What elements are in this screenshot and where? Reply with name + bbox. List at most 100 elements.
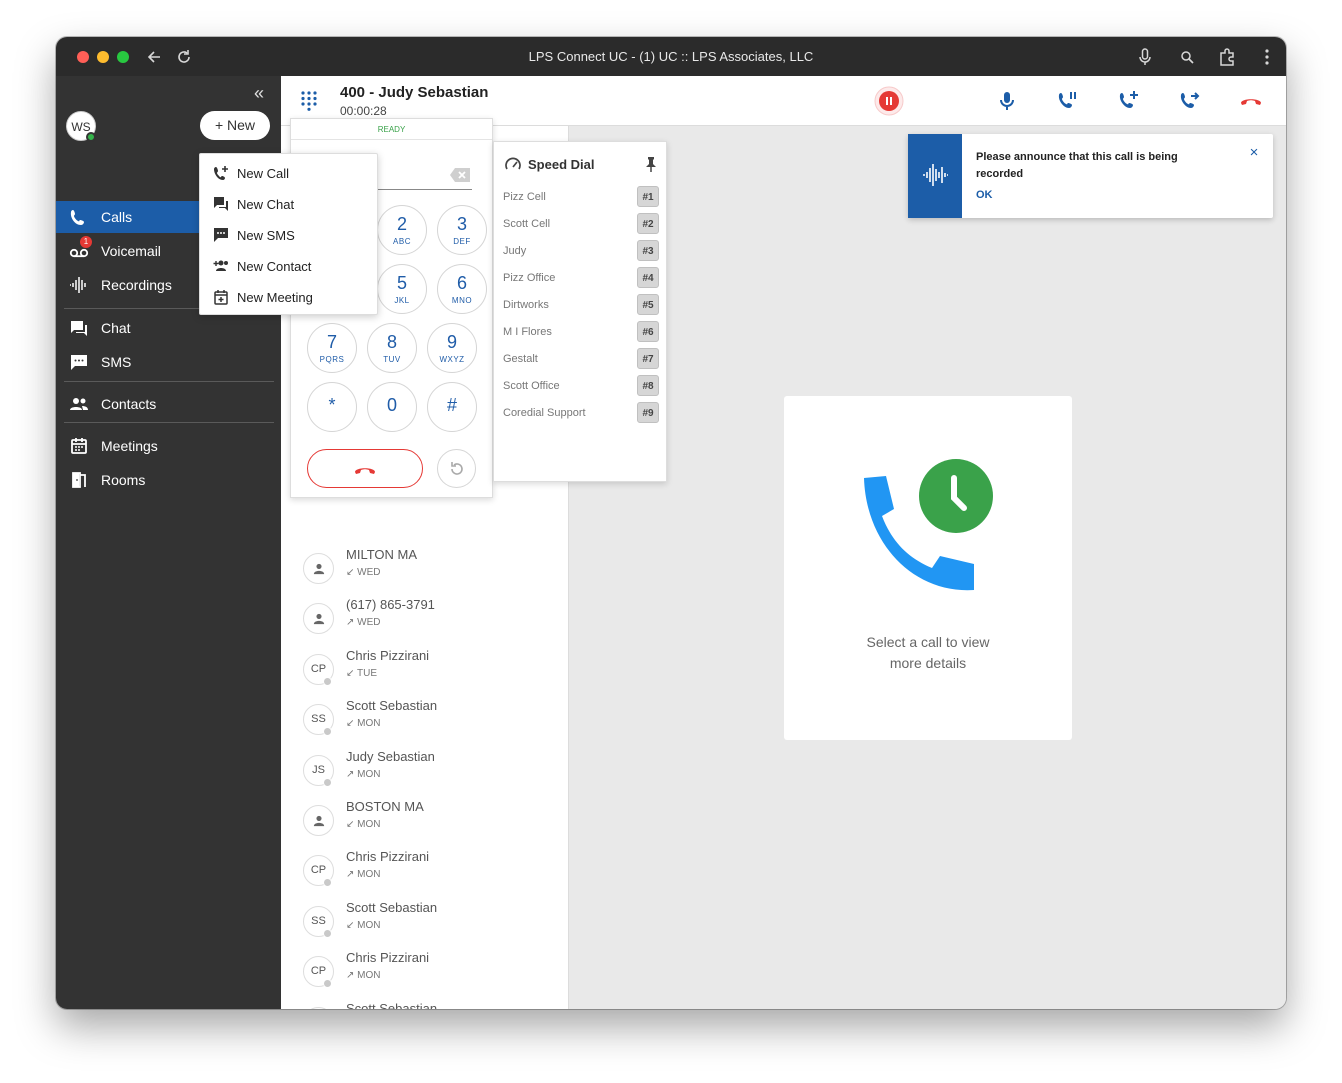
presence-online-indicator	[86, 132, 96, 142]
dialpad-icon[interactable]	[301, 91, 317, 111]
menu-item-new-meeting[interactable]: New Meeting	[200, 281, 379, 311]
speed-dial-item[interactable]: Scott Office #8	[503, 375, 663, 397]
zoom-icon[interactable]	[1176, 46, 1198, 68]
presence-indicator	[323, 878, 332, 888]
speed-dial-item[interactable]: Judy #3	[503, 240, 663, 262]
call-history-row[interactable]: (617) 865-3791 ↗ WED	[281, 593, 569, 643]
avatar: SS	[303, 1006, 334, 1009]
avatar	[303, 805, 334, 836]
caller-name: Scott Sebastian	[346, 899, 438, 915]
call-history-row[interactable]: SSScott Sebastian↙ MON	[281, 896, 569, 946]
menu-item-new-contact[interactable]: New Contact	[200, 250, 379, 280]
nav-divider	[64, 422, 274, 423]
speed-dial-name: Pizz Office	[503, 272, 556, 284]
window-title: LPS Connect UC - (1) UC :: LPS Associate…	[528, 49, 814, 64]
empty-detail-line-1: Select a call to view	[866, 634, 990, 650]
speed-dial-title: Speed Dial	[528, 157, 595, 172]
hangup-icon[interactable]	[1236, 86, 1266, 116]
new-button[interactable]: + New	[200, 111, 270, 140]
calendar-plus-icon	[214, 290, 228, 305]
dial-number-input[interactable]	[377, 189, 472, 190]
toast-ok-button[interactable]: OK	[976, 189, 993, 201]
speed-dial-item[interactable]: Pizz Office #4	[503, 267, 663, 289]
avatar	[303, 603, 334, 635]
recording-notice-toast: Please announce that this call is being …	[908, 134, 1273, 218]
speed-dial-name: Dirtworks	[503, 299, 549, 311]
close-icon[interactable]: ×	[1247, 145, 1261, 160]
speed-dial-item[interactable]: Coredial Support #9	[503, 402, 663, 424]
speed-dial-key: #9	[637, 402, 659, 423]
dialpad-key-digit: 2	[396, 214, 407, 234]
presence-indicator	[323, 928, 332, 938]
mute-mic-icon[interactable]	[992, 86, 1022, 116]
collapse-sidebar-icon[interactable]: «	[249, 84, 269, 104]
speed-dial-name: Coredial Support	[503, 407, 586, 419]
stop-recording-icon[interactable]	[874, 86, 904, 116]
speed-dial-name: Pizz Cell	[503, 191, 546, 203]
speed-dial-name: Judy	[503, 245, 527, 257]
call-day: MON	[357, 819, 381, 830]
sidebar-item-chat[interactable]: Chat	[56, 312, 281, 344]
speed-dial-key: #6	[637, 321, 659, 342]
dialpad-key[interactable]: #	[427, 382, 477, 432]
caller-name: Chris Pizzirani	[346, 647, 430, 663]
speed-dial-item[interactable]: Pizz Cell #1	[503, 186, 663, 208]
speed-dial-item[interactable]: Scott Cell #2	[503, 213, 663, 235]
call-history-row[interactable]: CP Chris Pizzirani ↗ MON	[281, 845, 569, 895]
sidebar-item-label: SMS	[101, 354, 132, 370]
sidebar-item-label: Calls	[101, 209, 133, 225]
dialpad-key[interactable]: *	[307, 382, 357, 432]
presence-indicator	[323, 979, 332, 989]
add-contact-icon	[213, 260, 228, 271]
speed-dial-item[interactable]: Gestalt #7	[503, 348, 663, 370]
dialpad-key[interactable]: 2 ABC	[377, 205, 427, 255]
call-history-row[interactable]: MILTON MA ↙ WED	[281, 543, 569, 593]
waveform-icon	[70, 277, 86, 293]
phone-plus-icon	[214, 166, 228, 180]
call-history-row[interactable]: JS Judy Sebastian ↗ MON	[281, 745, 569, 795]
call-history-row[interactable]: SSScott Sebastian↙ MON	[281, 997, 569, 1009]
call-day: WED	[357, 617, 381, 629]
dialpad-key[interactable]: 0	[367, 382, 417, 432]
sidebar-item-rooms[interactable]: Rooms	[56, 464, 281, 496]
transfer-icon[interactable]	[1175, 86, 1205, 116]
dialpad-key[interactable]: 8 TUV	[367, 323, 417, 373]
pin-icon[interactable]	[644, 156, 658, 172]
menu-item-new-sms[interactable]: New SMS	[200, 219, 379, 249]
dialpad-hangup-button[interactable]	[307, 449, 423, 488]
sidebar-item-meetings[interactable]: Meetings	[56, 430, 281, 462]
menu-item-new-call[interactable]: New Call	[200, 157, 379, 187]
dialpad-key-digit: 7	[326, 332, 337, 352]
dialpad-key-digit: 6	[456, 273, 467, 293]
caller-name: Chris Pizzirani	[346, 950, 430, 966]
dialpad-key[interactable]: 5 JKL	[377, 264, 427, 314]
redial-button[interactable]	[437, 449, 476, 488]
menu-item-new-chat[interactable]: New Chat	[200, 188, 379, 218]
microphone-icon[interactable]	[1134, 46, 1156, 68]
speed-dial-item[interactable]: M I Flores #6	[503, 321, 663, 343]
add-call-icon[interactable]	[1114, 86, 1144, 116]
call-history-row[interactable]: CP Chris Pizzirani ↗ MON	[281, 946, 569, 996]
call-meta: ↗ WED	[346, 617, 381, 628]
call-history-row[interactable]: SSScott Sebastian↙ MON	[281, 694, 569, 744]
more-menu-icon[interactable]	[1256, 46, 1278, 68]
sidebar-item-sms[interactable]: SMS	[56, 346, 281, 378]
call-meta: ↙ MON	[346, 718, 381, 729]
sidebar-item-contacts[interactable]: Contacts	[56, 388, 281, 420]
hold-icon[interactable]	[1053, 86, 1083, 116]
dialpad-key[interactable]: 9 WXYZ	[427, 323, 477, 373]
call-history-row[interactable]: BOSTON MA ↙ MON	[281, 795, 569, 845]
new-button-label: New	[227, 117, 256, 133]
sidebar-item-label: Contacts	[101, 396, 157, 412]
dialpad-key[interactable]: 6 MNO	[437, 264, 487, 314]
backspace-icon[interactable]	[449, 167, 471, 183]
speed-dial-item[interactable]: Dirtworks #5	[503, 294, 663, 316]
extensions-icon[interactable]	[1216, 46, 1238, 68]
dialpad-key-letters: JKL	[394, 296, 410, 305]
waveform-icon	[923, 164, 948, 186]
dialpad-key[interactable]: 7 PQRS	[307, 323, 357, 373]
speed-dial-key: #7	[637, 348, 659, 369]
dialpad-key[interactable]: 3 DEF	[437, 205, 487, 255]
call-history-row[interactable]: CP Chris Pizzirani ↙ TUE	[281, 644, 569, 694]
dialpad-status: READY	[291, 119, 492, 140]
